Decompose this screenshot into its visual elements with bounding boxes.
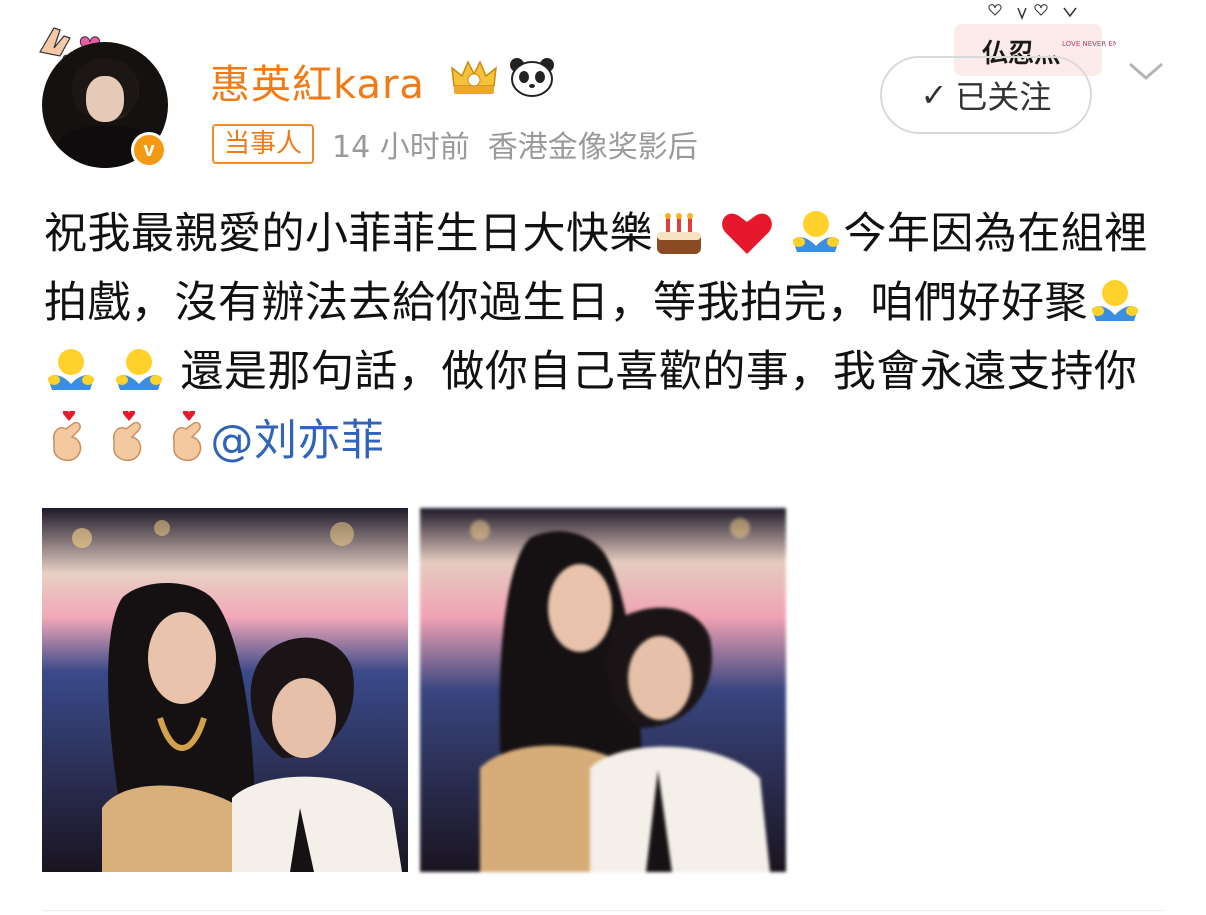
mention-link[interactable]: @刘亦菲 <box>210 416 384 466</box>
party-tag: 当事人 <box>212 124 315 164</box>
finger-heart-emoji <box>52 411 82 461</box>
verified-icon: v <box>131 132 167 168</box>
hug-emoji <box>793 211 840 252</box>
post-text-part3: 還是那句話，做你自己喜歡的事，我會永遠支持你 <box>166 347 1138 397</box>
post-image-2[interactable] <box>420 508 786 872</box>
hug-emoji <box>48 349 94 390</box>
checkmark-icon: ✓ <box>920 76 948 114</box>
avatar-area[interactable]: v <box>34 22 174 172</box>
post-text-part1: 祝我最親愛的小菲菲生日大快樂 <box>44 209 653 259</box>
post-source: 香港金像奖影后 <box>487 130 698 165</box>
finger-heart-emoji <box>113 411 142 461</box>
chevron-down-icon[interactable] <box>1126 58 1166 84</box>
finger-heart-emoji <box>173 411 202 461</box>
sticker-text: LOVE NEVER ENDS <box>1062 40 1116 48</box>
post-time: 14 小时前 <box>332 130 470 165</box>
cake-emoji <box>657 213 701 254</box>
post-image-1[interactable] <box>42 508 408 872</box>
post-meta: 当事人 14 小时前 香港金像奖影后 <box>212 124 698 165</box>
heart-emoji <box>722 213 773 254</box>
crown-badge-icon[interactable] <box>446 56 502 98</box>
hug-emoji <box>1092 280 1138 321</box>
post-text: 祝我最親愛的小菲菲生日大快樂 今年因為在組裡拍戲，沒有辦法去給你過生日，等我拍完… <box>44 200 1174 476</box>
author-name[interactable]: 惠英紅kara <box>210 52 425 110</box>
follow-label: 已关注 <box>955 78 1052 116</box>
panda-icon[interactable] <box>508 56 556 98</box>
follow-button[interactable]: ✓ 已关注 <box>880 56 1092 134</box>
divider <box>42 910 1164 911</box>
hug-emoji <box>116 349 163 390</box>
